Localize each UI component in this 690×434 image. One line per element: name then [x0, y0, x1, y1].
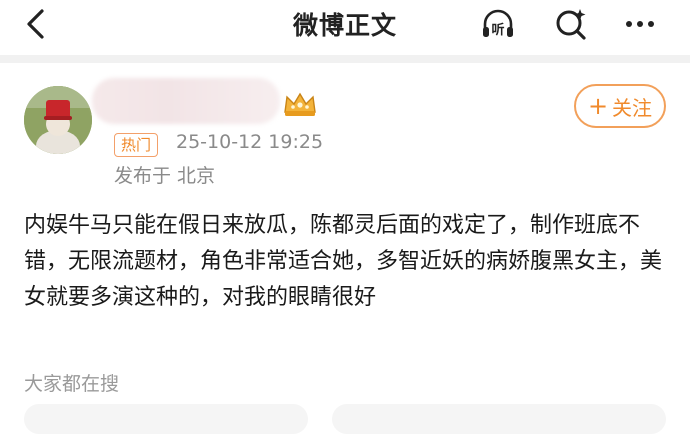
trending-search-chip[interactable]	[332, 404, 666, 434]
crown-badge-icon	[284, 92, 316, 116]
hot-badge: 热门	[114, 133, 159, 157]
listen-icon[interactable]: 听	[480, 6, 516, 42]
plus-icon: +	[587, 92, 609, 120]
trending-search-chip[interactable]	[24, 404, 308, 434]
post-location: 发布于 北京	[114, 165, 216, 187]
post-content: 内娱牛马只能在假日来放瓜，陈都灵后面的戏定了，制作班底不错，无限流题材，角色非常…	[24, 213, 663, 310]
avatar[interactable]	[24, 86, 92, 154]
follow-button-label: 关注	[612, 95, 653, 120]
listen-icon-glyph: 听	[491, 22, 504, 38]
trending-search-label: 大家都在搜	[24, 373, 120, 395]
section-divider	[0, 55, 690, 63]
follow-button[interactable]: + 关注	[574, 84, 666, 128]
search-icon[interactable]	[553, 6, 589, 42]
top-navigation-bar: 微博正文 听	[0, 0, 690, 50]
post-timestamp: 25-10-12 19:25	[176, 131, 324, 153]
username-blurred[interactable]	[92, 78, 280, 124]
more-icon[interactable]	[622, 6, 658, 42]
